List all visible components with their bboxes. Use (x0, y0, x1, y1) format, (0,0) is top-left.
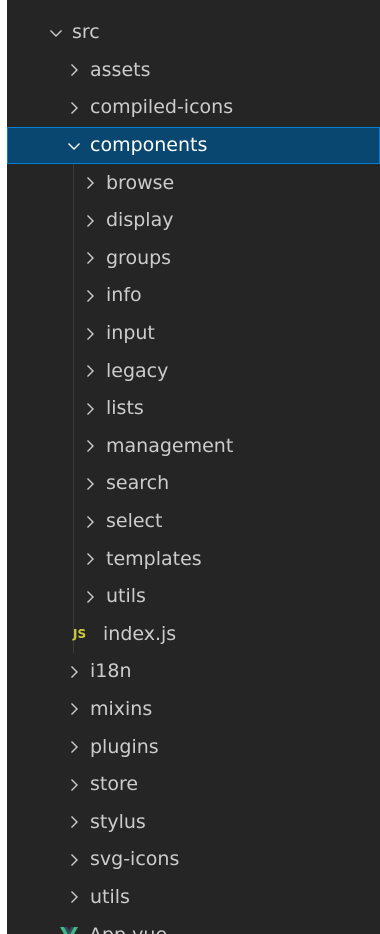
chevron-right-icon (83, 549, 97, 569)
file-explorer: src assets compiled-icons components bro… (7, 0, 380, 934)
folder-label: search (106, 472, 170, 495)
folder-store[interactable]: store (7, 766, 380, 804)
file-index-js[interactable]: JS index.js (7, 616, 380, 654)
folder-groups[interactable]: groups (7, 240, 380, 278)
chevron-right-icon (83, 324, 97, 344)
chevron-down-icon (67, 136, 81, 156)
chevron-right-icon (67, 662, 81, 682)
folder-browse[interactable]: browse (7, 164, 380, 202)
folder-label: stylus (90, 810, 146, 833)
chevron-right-icon (83, 512, 97, 532)
folder-label: groups (106, 246, 172, 269)
folder-plugins[interactable]: plugins (7, 728, 380, 766)
folder-legacy[interactable]: legacy (7, 352, 380, 390)
chevron-right-icon (67, 737, 81, 757)
folder-management[interactable]: management (7, 428, 380, 466)
folder-label: management (106, 434, 234, 457)
folder-label: select (106, 510, 163, 533)
folder-label: mixins (90, 697, 153, 720)
chevron-right-icon (83, 587, 97, 607)
javascript-icon: JS (73, 627, 87, 642)
folder-components[interactable]: components (7, 126, 380, 165)
folder-label: templates (106, 547, 202, 570)
chevron-right-icon (83, 399, 97, 419)
folder-label: utils (90, 885, 130, 908)
chevron-right-icon (67, 60, 81, 80)
file-app-vue[interactable]: App.vue (7, 916, 380, 934)
folder-label: utils (106, 585, 146, 608)
folder-assets[interactable]: assets (7, 52, 380, 90)
folder-templates[interactable]: templates (7, 540, 380, 578)
folder-label: info (106, 284, 142, 307)
chevron-right-icon (67, 850, 81, 870)
folder-select[interactable]: select (7, 503, 380, 541)
chevron-right-icon (67, 812, 81, 832)
folder-label: browse (106, 171, 175, 194)
chevron-right-icon (83, 361, 97, 381)
folder-stylus[interactable]: stylus (7, 803, 380, 841)
folder-label: i18n (90, 660, 132, 683)
folder-i18n[interactable]: i18n (7, 653, 380, 691)
folder-compiled-icons[interactable]: compiled-icons (7, 89, 380, 127)
folder-label: lists (106, 397, 144, 420)
folder-label: legacy (106, 359, 169, 382)
chevron-right-icon (67, 98, 81, 118)
folder-lists[interactable]: lists (7, 390, 380, 428)
folder-info[interactable]: info (7, 277, 380, 315)
folder-display[interactable]: display (7, 202, 380, 240)
folder-utils-src[interactable]: utils (7, 879, 380, 917)
folder-label: components (90, 134, 208, 157)
folder-input[interactable]: input (7, 315, 380, 353)
folder-label: plugins (90, 735, 159, 758)
chevron-right-icon (67, 887, 81, 907)
chevron-right-icon (67, 775, 81, 795)
file-tree: src assets compiled-icons components bro… (7, 14, 380, 934)
folder-label: src (72, 21, 100, 44)
folder-label: svg-icons (90, 848, 180, 871)
folder-label: store (90, 773, 139, 796)
chevron-right-icon (83, 436, 97, 456)
folder-label: input (106, 322, 155, 345)
chevron-right-icon (83, 286, 97, 306)
chevron-right-icon (83, 474, 97, 494)
folder-search[interactable]: search (7, 465, 380, 503)
folder-utils[interactable]: utils (7, 578, 380, 616)
chevron-down-icon (49, 23, 63, 43)
folder-label: assets (90, 58, 151, 81)
folder-label: display (106, 209, 174, 232)
folder-label: compiled-icons (90, 96, 234, 119)
folder-src[interactable]: src (7, 14, 380, 52)
folder-svg-icons[interactable]: svg-icons (7, 841, 380, 879)
file-label: App.vue (89, 925, 167, 934)
chevron-right-icon (83, 173, 97, 193)
chevron-right-icon (67, 699, 81, 719)
vue-icon (59, 925, 81, 934)
chevron-right-icon (83, 211, 97, 231)
folder-mixins[interactable]: mixins (7, 691, 380, 729)
file-label: index.js (103, 622, 177, 645)
components-children: browse display groups info input legacy (7, 164, 380, 654)
chevron-right-icon (83, 248, 97, 268)
